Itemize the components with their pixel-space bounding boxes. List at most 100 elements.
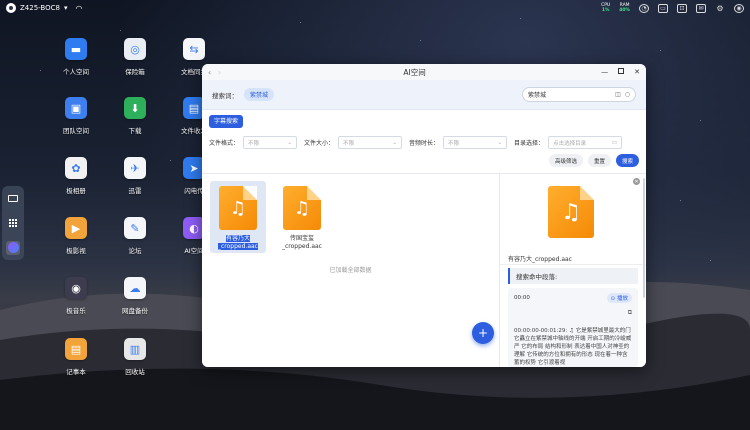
detail-scrollbar[interactable] — [643, 178, 645, 298]
filter-format-select[interactable]: 不限 ⌄ — [243, 136, 298, 149]
forward-chevron-icon[interactable]: › — [218, 68, 228, 77]
window-title: AI空间 — [403, 67, 426, 77]
search-input[interactable]: 紫禁城 ◫ ○ — [522, 87, 636, 102]
filter-size-select[interactable]: 不限 ⌄ — [338, 136, 403, 149]
top-bar: Z425-BOC8 ▾ ◠ CPU 1% RAM 40% ◔ ▭ ⊡ ✉ ⚙ ◉ — [0, 0, 750, 16]
plus-icon: + — [477, 326, 489, 340]
filter-dir-select[interactable]: 点击选择目录 ▭ — [548, 136, 623, 149]
search-row: 搜索词： 紫禁城 紫禁城 ◫ ○ — [202, 80, 646, 110]
desktop-icon-label: 回收站 — [125, 368, 145, 376]
safe-icon: ◎ — [124, 38, 146, 60]
chevron-down-icon: ⌄ — [392, 139, 398, 146]
chevron-down-icon: ▾ — [63, 4, 68, 12]
desktop-icon-music[interactable]: ◉ 极音乐 — [54, 277, 98, 315]
copy-icon[interactable]: ⧉ — [514, 309, 632, 317]
desktop-icon-trash[interactable]: ▥ 回收站 — [113, 338, 157, 376]
desktop-icon-label: 个人空间 — [63, 68, 89, 76]
play-label: 播放 — [616, 296, 628, 302]
filter-format-label: 文件格式： — [209, 140, 240, 147]
segment-header: 00:00 ⊙ 播放 — [514, 293, 632, 303]
search-tabs: 字幕搜索 — [202, 110, 646, 128]
desktop-icon-label: AI空间 — [184, 247, 204, 255]
filter-dir-label: 目录选择： — [514, 140, 545, 147]
monitor-icon — [8, 194, 18, 202]
device-menu[interactable]: Z425-BOC8 ▾ — [6, 3, 67, 13]
search-icon[interactable]: ○ — [625, 91, 630, 98]
desktop-icon-thunder[interactable]: ✈ 迅雷 — [113, 157, 157, 195]
desktop-icon-label: 下载 — [128, 127, 142, 135]
desktop-icon-photos[interactable]: ✿ 极相册 — [54, 157, 98, 195]
camera-icon[interactable]: ◫ — [615, 91, 621, 98]
filter-duration-value: 不限 — [448, 140, 460, 147]
filter-dir-value: 点击选择目录 — [553, 140, 587, 147]
desktop-icon-folder[interactable]: ▬ 个人空间 — [54, 38, 98, 76]
desktop-icon-safe[interactable]: ◎ 保险箱 — [113, 38, 157, 76]
file-name-line2: _cropped.aac — [218, 243, 258, 250]
mail-icon[interactable]: ✉ — [696, 3, 706, 13]
desktop-icon-label: 极相册 — [66, 187, 86, 195]
file-list: ♫ 有容乃大 _cropped.aac ♫ 传国宝玺 _cropped.aac — [202, 174, 499, 260]
desktop-icon-team-folder[interactable]: ▣ 团队空间 — [54, 97, 98, 135]
user-avatar-icon[interactable]: ◉ — [734, 3, 744, 13]
team-folder-icon: ▣ — [65, 97, 87, 119]
filter-size-label: 文件大小： — [304, 140, 335, 147]
desktop-icon-label: 极影视 — [66, 247, 86, 255]
ram-meter[interactable]: RAM 40% — [619, 3, 630, 13]
minimize-icon[interactable]: — — [601, 68, 608, 76]
app-grid-icon — [9, 218, 17, 227]
advanced-filter-button[interactable]: 高级筛选 — [548, 154, 583, 167]
settings-gear-icon[interactable]: ⚙ — [715, 4, 725, 13]
thunder-icon: ✈ — [124, 157, 146, 179]
screenshot-icon[interactable]: ⊡ — [677, 3, 687, 13]
desktop-icon-download[interactable]: ⬇ 下载 — [113, 97, 157, 135]
trash-icon: ▥ — [124, 338, 146, 360]
cloud-backup-icon: ☁ — [124, 277, 146, 299]
add-fab-button[interactable]: + — [472, 322, 494, 344]
speed-gauge-icon[interactable]: ◔ — [639, 3, 649, 13]
file-item[interactable]: ♫ 有容乃大 _cropped.aac — [210, 181, 266, 253]
file-item[interactable]: ♫ 传国宝玺 _cropped.aac — [274, 181, 330, 253]
hits-header: 搜索命中段落: — [508, 268, 638, 284]
chevron-down-icon: ⌄ — [497, 139, 503, 146]
dock-desktop[interactable] — [6, 191, 20, 205]
close-icon[interactable]: ✕ — [634, 68, 640, 76]
desktop-icon-notepad[interactable]: ▤ 记事本 — [54, 338, 98, 376]
desktop-icon-cloud-backup[interactable]: ☁ 网盘备份 — [113, 277, 157, 315]
maximize-icon[interactable] — [618, 68, 625, 76]
cpu-meter[interactable]: CPU 1% — [601, 3, 610, 13]
desktop-icon-label: 迅雷 — [128, 187, 142, 195]
filter-row: 文件格式： 不限 ⌄ 文件大小： 不限 ⌄ 音频时长： 不限 ⌄ 目录选择： 点击选择… — [202, 128, 646, 149]
search-button[interactable]: 搜索 — [615, 154, 639, 167]
file-name-line1: 有容乃大 — [225, 235, 250, 242]
segment-text: 00:00:00-00:01:29: ♫ 它是紫禁城里最大的门 它矗立在紫禁城中… — [514, 328, 632, 366]
back-chevron-icon[interactable]: ‹ — [208, 68, 218, 77]
clipboard-icon[interactable]: ▭ — [658, 3, 668, 13]
loaded-all-text: 已加载全部数据 — [329, 267, 372, 274]
file-name-line1: 传国宝玺 — [289, 235, 314, 242]
forum-icon: ✎ — [124, 217, 146, 239]
detail-panel: ✕ ♫ 有容乃大_cropped.aac 搜索命中段落: 00:00 ⊙ 播放 … — [499, 174, 646, 367]
file-name-line2: _cropped.aac — [282, 243, 322, 250]
desktop-icon-label: 论坛 — [128, 247, 142, 255]
dock-app-grid[interactable] — [6, 216, 20, 230]
wifi-icon[interactable]: ◠ — [75, 4, 82, 13]
file-name: 传国宝玺 _cropped.aac — [282, 235, 322, 251]
audio-file-icon: ♫ — [219, 186, 257, 230]
file-results: ♫ 有容乃大 _cropped.aac ♫ 传国宝玺 _cropped.aac … — [202, 174, 499, 367]
device-name: Z425-BOC8 — [20, 4, 60, 12]
tab-subtitle-search[interactable]: 字幕搜索 — [209, 115, 244, 128]
dock-ai-space[interactable] — [6, 240, 20, 255]
play-button[interactable]: ⊙ 播放 — [606, 293, 632, 303]
notepad-icon: ▤ — [65, 338, 87, 360]
desktop-icon-video[interactable]: ▶ 极影视 — [54, 217, 98, 255]
segment-range: 00:00:00-00:01:29: — [514, 328, 568, 334]
sync-icon: ⇆ — [183, 38, 205, 60]
filter-duration-select[interactable]: 不限 ⌄ — [443, 136, 508, 149]
close-detail-icon[interactable]: ✕ — [633, 178, 640, 185]
window-controls: — ✕ — [601, 68, 640, 76]
reset-button[interactable]: 重置 — [587, 154, 611, 167]
chevron-down-icon: ⌄ — [287, 139, 293, 146]
ram-value: 40% — [619, 8, 630, 13]
desktop-icon-forum[interactable]: ✎ 论坛 — [113, 217, 157, 255]
keyword-chip[interactable]: 紫禁城 — [244, 88, 275, 101]
